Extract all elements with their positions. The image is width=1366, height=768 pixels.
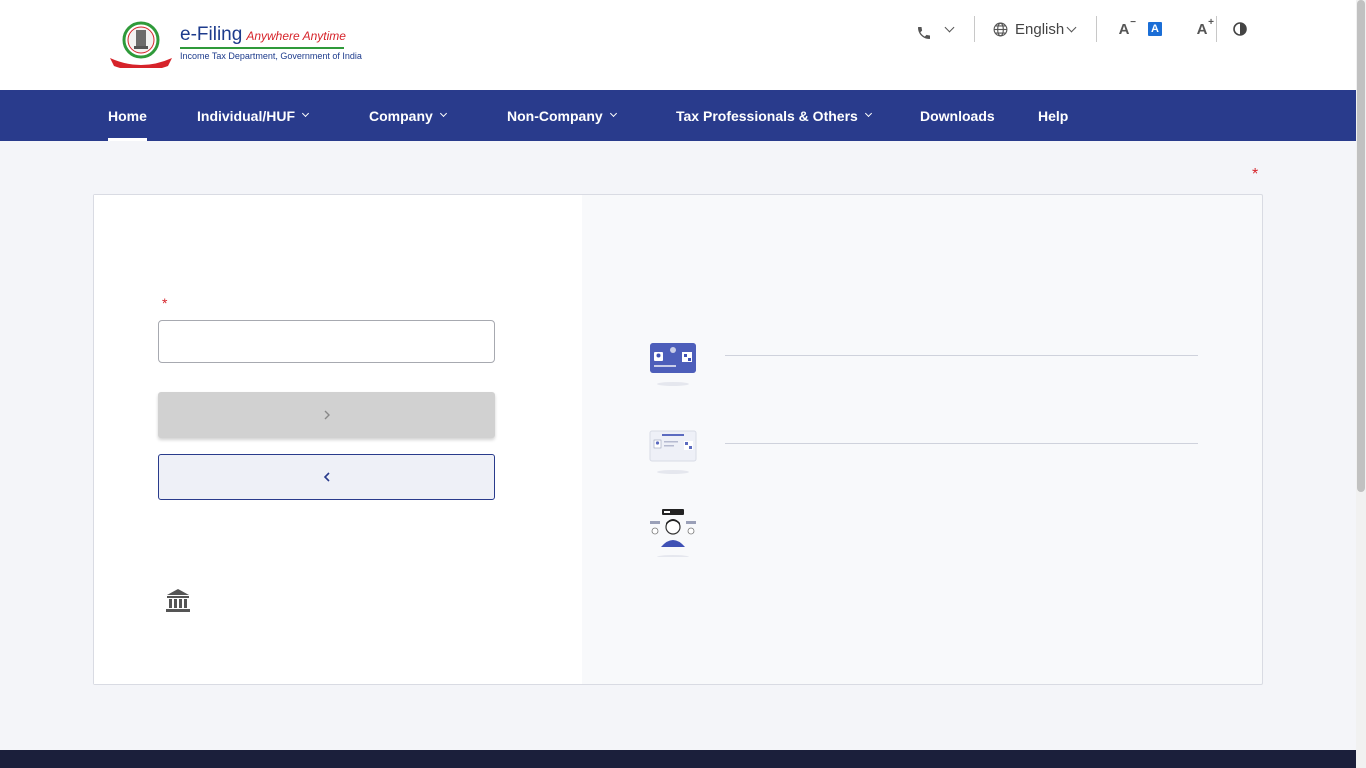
chevron-down-icon [609,109,617,118]
brand-subtitle: Income Tax Department, Government of Ind… [180,51,362,61]
nav-help[interactable]: Help [1038,90,1068,141]
nav-individual-huf[interactable]: Individual/HUF [197,90,310,141]
login-card: * [93,194,1263,685]
top-header: e-Filing Anywhere Anytime Income Tax Depa… [0,0,1356,90]
brand-tagline: Anywhere Anytime [246,29,346,43]
user-id-input[interactable] [158,320,495,363]
chevron-down-icon [301,109,310,118]
divider [725,443,1198,444]
font-size-controls: A − A A + [1114,14,1226,44]
bank-icon[interactable] [165,587,191,613]
contrast-icon [1233,22,1247,36]
id-document-icon [649,430,697,474]
divider [974,16,975,42]
font-decrease-button[interactable]: A − [1114,17,1136,39]
nav-non-company[interactable]: Non-Company [507,90,617,141]
nav-downloads[interactable]: Downloads [920,90,995,141]
chevron-down-icon [944,22,955,32]
emblem-icon [110,21,172,68]
back-button[interactable] [158,454,495,500]
continue-button[interactable] [158,392,495,438]
language-selector[interactable]: English [992,14,1077,44]
nav-tax-professionals[interactable]: Tax Professionals & Others [676,90,872,141]
scrollbar-thumb[interactable] [1357,0,1365,492]
language-label: English [1015,20,1065,38]
helpline-dropdown[interactable] [916,14,955,44]
font-increase-button[interactable]: A + [1192,17,1214,39]
nav-company[interactable]: Company [369,90,447,141]
person-representative-icon [650,509,696,557]
divider [1096,16,1097,42]
nav-home[interactable]: Home [108,90,147,141]
pan-card-icon [650,343,696,386]
brand-title: e-Filing Anywhere Anytime [180,24,346,45]
font-normal-button[interactable]: A [1148,22,1162,36]
phone-icon [918,27,930,39]
chevron-left-icon [323,472,330,482]
efiling-logo[interactable]: e-Filing Anywhere Anytime Income Tax Depa… [108,20,362,70]
globe-icon [993,22,1008,36]
required-indicator: * [162,295,168,311]
chevron-down-icon [439,109,447,118]
main-nav: Home Individual/HUF Company Non-Company … [0,90,1356,141]
login-form-panel: * [94,195,582,684]
chevron-down-icon [1066,22,1077,32]
option-pan-card[interactable] [648,340,1208,396]
chevron-down-icon [864,109,872,118]
brand-underline [180,47,344,49]
divider [1216,16,1217,42]
divider [725,355,1198,356]
option-id-document[interactable] [648,428,1208,484]
required-indicator: * [1252,166,1259,183]
contrast-toggle[interactable] [1232,14,1248,44]
page-footer [0,750,1356,768]
option-representative[interactable] [648,507,1208,563]
chevron-right-icon [324,410,330,420]
